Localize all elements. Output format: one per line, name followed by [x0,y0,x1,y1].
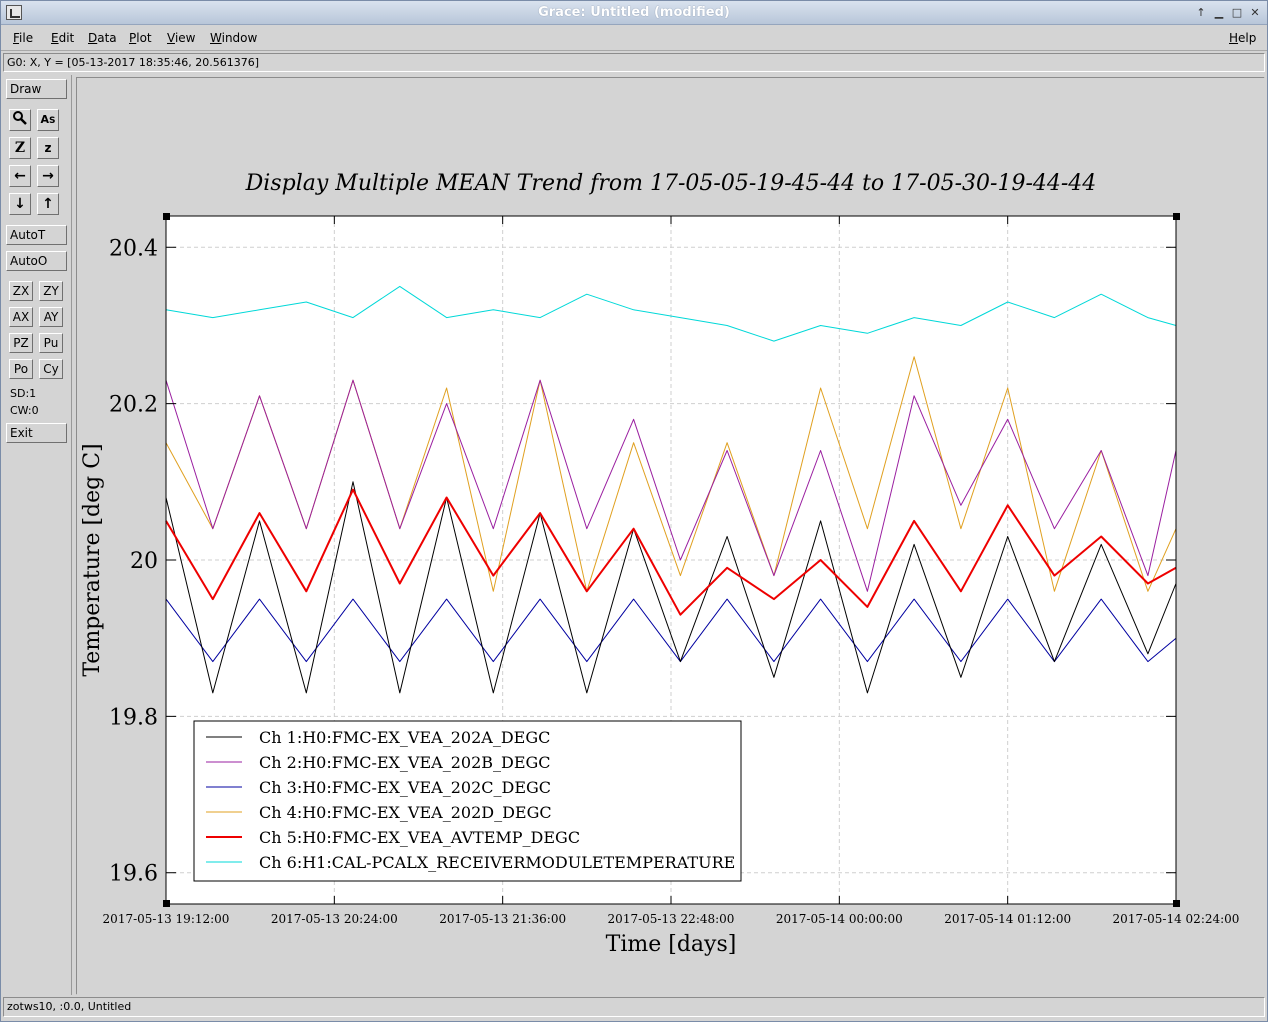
title-bar[interactable]: Grace: Untitled (modified) ↑ ▁ □ ✕ [1,1,1267,25]
x-tick-label: 2017-05-14 00:00:00 [776,912,903,926]
po-button[interactable]: Po [9,359,33,379]
menu-help[interactable]: Help [1229,31,1256,45]
coordinate-readout: G0: X, Y = [05-13-2017 18:35:46, 20.5613… [7,56,260,69]
maximize-icon[interactable]: □ [1229,5,1245,20]
zx-button[interactable]: ZX [9,281,33,301]
y-tick-label: 19.6 [109,862,158,887]
arrow-down-icon[interactable]: ↓ [9,193,31,215]
corner-handle-br[interactable] [1173,900,1180,907]
menu-plot[interactable]: Plot [129,31,152,45]
zoom-in-icon[interactable]: Z [9,137,31,159]
legend-entry: Ch 5:H0:FMC-EX_VEA_AVTEMP_DEGC [259,828,580,847]
arrow-up-icon[interactable]: ↑ [37,193,59,215]
status-text: zotws10, :0.0, Untitled [7,1000,132,1013]
pu-button[interactable]: Pu [39,333,63,353]
legend-entry: Ch 1:H0:FMC-EX_VEA_202A_DEGC [259,728,550,747]
ax-button[interactable]: AX [9,307,33,327]
legend-entry: Ch 4:H0:FMC-EX_VEA_202D_DEGC [259,803,552,822]
ay-button[interactable]: AY [39,307,63,327]
draw-button[interactable]: Draw [6,79,67,99]
window-title: Grace: Untitled (modified) [538,5,730,20]
status-bar: zotws10, :0.0, Untitled [3,997,1265,1017]
legend-entry: Ch 3:H0:FMC-EX_VEA_202C_DEGC [259,778,551,797]
x-tick-label: 2017-05-14 01:12:00 [944,912,1071,926]
chart-title: Display Multiple MEAN Trend from 17-05-0… [245,171,1097,196]
legend-entry: Ch 2:H0:FMC-EX_VEA_202B_DEGC [259,753,551,772]
text-tool-icon[interactable]: AS [37,109,59,131]
menu-bar: File Edit Data Plot View Window Help [1,26,1267,51]
corner-handle-bl[interactable] [163,900,170,907]
menu-window[interactable]: Window [210,31,257,45]
x-tick-label: 2017-05-13 21:36:00 [439,912,566,926]
cy-button[interactable]: Cy [39,359,63,379]
legend-entry: Ch 6:H1:CAL-PCALX_RECEIVERMODULETEMPERAT… [259,853,735,872]
y-tick-label: 20 [130,549,158,574]
x-axis-label: Time [days] [606,932,737,957]
corner-handle-tr[interactable] [1173,213,1180,220]
x-tick-label: 2017-05-13 19:12:00 [103,912,230,926]
y-axis-label: Temperature [deg C] [80,443,105,676]
close-icon[interactable]: ✕ [1247,5,1263,20]
set-count-label: SD:1 [10,387,37,400]
autot-button[interactable]: AutoT [6,225,67,245]
legend: Ch 1:H0:FMC-EX_VEA_202A_DEGC Ch 2:H0:FMC-… [193,720,742,882]
y-tick-label: 20.4 [109,236,158,261]
exit-button[interactable]: Exit [6,423,67,443]
menu-view[interactable]: View [167,31,195,45]
x-tick-label: 2017-05-13 22:48:00 [608,912,735,926]
trend-chart: 2017-05-13 19:12:00 2017-05-13 20:24:00 20… [77,78,1266,996]
minimize-icon[interactable]: ▁ [1211,5,1227,20]
zoom-out-icon[interactable]: z [37,137,59,159]
grace-window: Grace: Untitled (modified) ↑ ▁ □ ✕ File … [0,0,1268,1022]
menu-edit[interactable]: Edit [51,31,74,45]
current-world-label: CW:0 [10,404,39,417]
y-tick-label: 20.2 [109,393,158,418]
menu-file[interactable]: File [13,31,33,45]
coordinate-readout-bar: G0: X, Y = [05-13-2017 18:35:46, 20.5613… [3,53,1265,72]
plot-canvas[interactable]: 2017-05-13 19:12:00 2017-05-13 20:24:00 20… [76,77,1266,996]
zy-button[interactable]: ZY [39,281,63,301]
shade-icon[interactable]: ↑ [1193,5,1209,20]
pz-button[interactable]: PZ [9,333,33,353]
x-tick-label: 2017-05-13 20:24:00 [271,912,398,926]
x-tick-label: 2017-05-14 02:24:00 [1113,912,1240,926]
corner-handle-tl[interactable] [163,213,170,220]
autoo-button[interactable]: AutoO [6,251,67,271]
arrow-right-icon[interactable]: → [37,165,59,187]
zoom-icon[interactable] [9,109,31,131]
menu-data[interactable]: Data [88,31,117,45]
arrow-left-icon[interactable]: ← [9,165,31,187]
y-tick-label: 19.8 [109,705,158,730]
tool-panel: Draw AS Z z ← → ↓ ↑ AutoT AutoO ZX ZY AX… [3,75,72,995]
